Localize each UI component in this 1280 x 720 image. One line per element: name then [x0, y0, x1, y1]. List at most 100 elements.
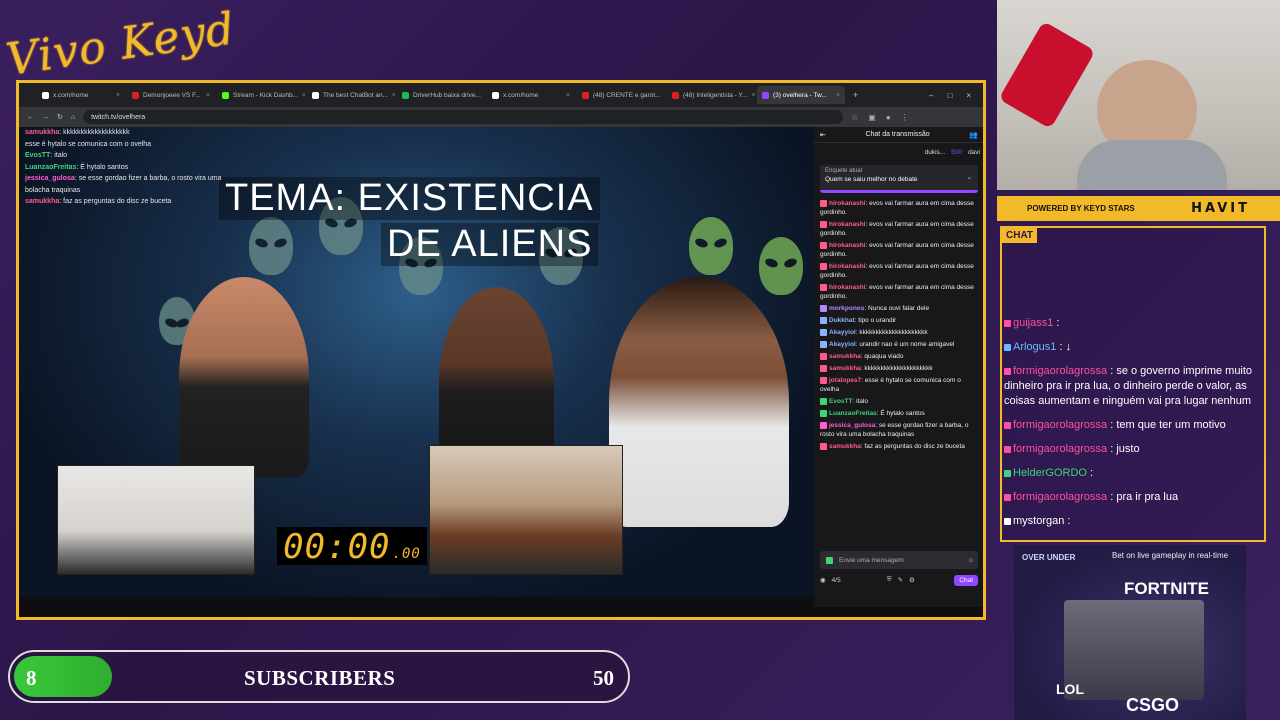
chat-username[interactable]: jessica_gulosa — [829, 422, 875, 429]
chat-header-title: Chat da transmissão — [865, 131, 930, 138]
bookmark-star-icon[interactable]: ☆ — [851, 113, 858, 122]
chat-message[interactable]: EvosTT: italo — [820, 397, 978, 406]
sponsor-bar: POWERED BY KEYD STARS HAVIT — [997, 196, 1280, 221]
overlay-chat-message: HelderGORDO : — [1004, 466, 1266, 481]
chat-username[interactable]: Akayyiol — [829, 329, 856, 336]
chat-username[interactable]: morkponos — [829, 305, 864, 312]
close-window-icon[interactable]: × — [966, 91, 971, 100]
collapse-chat-icon[interactable]: ⇤ — [820, 131, 826, 139]
chat-message[interactable]: jotalopes7: esse é hytalo se comunica co… — [820, 376, 978, 394]
user-badge-icon — [820, 397, 827, 405]
new-tab-icon[interactable]: + — [853, 90, 858, 100]
emote-icon[interactable]: ☺ — [967, 557, 978, 564]
chat-message[interactable]: Dukkhat: tipo o urandir — [820, 316, 978, 325]
browser-tab[interactable]: (3) ovelhera - Tw... × — [757, 86, 845, 104]
browser-tab[interactable]: (48) Inteligentista - Y...× — [667, 86, 755, 104]
profile-icon[interactable]: ● — [886, 113, 891, 122]
browser-tab[interactable]: x.com/home × — [487, 86, 575, 104]
overlay-chat-message: formigaorolagrossa : pra ir pra lua — [1004, 490, 1266, 505]
chat-username[interactable]: hirokanashi — [829, 242, 865, 249]
stream-video[interactable]: TEMA: EXISTENCIA DE ALIENS samukkha: kkk… — [19, 127, 814, 597]
chat-text: tem que ter um motivo — [1116, 419, 1226, 431]
chat-username[interactable]: jotalopes7 — [829, 377, 861, 384]
channel-points-icon[interactable]: ◉ — [820, 576, 826, 584]
close-tab-icon[interactable]: × — [836, 92, 840, 99]
user-badge-icon — [820, 340, 827, 348]
chat-username[interactable]: samukkha — [829, 365, 861, 372]
shield-icon[interactable]: ⛨ — [887, 576, 892, 584]
settings-gear-icon[interactable]: ⚙ — [909, 576, 915, 584]
home-icon[interactable]: ⌂ — [71, 114, 75, 121]
chevron-down-icon[interactable]: ⌄ — [967, 173, 972, 181]
close-tab-icon[interactable]: × — [116, 92, 120, 99]
debate-timer: 00:00 .00 — [277, 527, 427, 567]
chat-message[interactable]: hirokanashi: evos vai farmar aura em cim… — [820, 283, 978, 301]
chat-username[interactable]: hirokanashi — [829, 263, 865, 270]
chat-username[interactable]: samukkha — [829, 443, 861, 450]
chat-text: ↓ — [1065, 341, 1072, 353]
chat-username[interactable]: hirokanashi — [829, 200, 865, 207]
user-badge-icon — [820, 409, 827, 417]
close-tab-icon[interactable]: × — [392, 92, 395, 99]
chat-message[interactable]: samukkha: faz as perguntas do disc ze bu… — [820, 442, 978, 451]
chat-message[interactable]: hirokanashi: evos vai farmar aura em cim… — [820, 220, 978, 238]
user-badge-icon — [1004, 367, 1011, 375]
back-icon[interactable]: ← — [27, 114, 34, 121]
chat-message[interactable]: morkponos: Nunca ouvi falar dele — [820, 304, 978, 313]
poll-banner[interactable]: Enquete atual Quem se saiu melhor no deb… — [820, 165, 978, 193]
chat-username[interactable]: EvosTT — [829, 398, 852, 405]
stream-topic-title-line1: TEMA: EXISTENCIA — [219, 177, 600, 220]
maximize-icon[interactable]: □ — [947, 91, 952, 100]
chat-send-button[interactable]: Chat — [954, 574, 978, 586]
browser-tab[interactable]: x.com/home × — [37, 86, 125, 104]
pinned-user[interactable]: davi — [968, 149, 980, 156]
chat-text: kkkkkkkkkkkkkkkkkkk — [63, 129, 130, 136]
browser-tab[interactable]: Stream - Kick Dashb...× — [217, 86, 305, 104]
ad-logo: OVER UNDER — [1022, 553, 1076, 562]
tab-favicon-icon — [312, 91, 319, 99]
tab-label: x.com/home — [53, 91, 89, 99]
chat-message[interactable]: jessica_gulosa: se esse gordao fizer a b… — [820, 421, 978, 439]
menu-icon[interactable]: ⋮ — [901, 113, 909, 122]
tab-label: The best ChatBot an... — [323, 91, 389, 99]
chat-username[interactable]: hirokanashi — [829, 284, 865, 291]
chat-text: urandir nao é um nome amigavel — [859, 341, 955, 348]
minimize-icon[interactable]: – — [929, 91, 933, 100]
forward-icon[interactable]: → — [42, 114, 49, 121]
browser-tab[interactable]: DriverHub baixa drive...× — [397, 86, 485, 104]
ad-game-fortnite: FORTNITE — [1124, 579, 1209, 598]
chat-message[interactable]: samukkha: quaqua viado — [820, 352, 978, 361]
chat-message[interactable]: Akayyiol: urandir nao é um nome amigavel — [820, 340, 978, 349]
chat-username[interactable]: Akayyiol — [829, 341, 856, 348]
browser-tab[interactable]: (48) CRENTE e garot...× — [577, 86, 665, 104]
chat-input[interactable]: Envie uma mensagem ☺ — [820, 551, 978, 569]
betting-ad[interactable]: OVER UNDER Bet on live gameplay in real-… — [1014, 545, 1246, 720]
stream-topic-title-line2: DE ALIENS — [381, 223, 599, 266]
chat-username[interactable]: Dukkhat — [829, 317, 855, 324]
chat-username: Arlogus1 — [1013, 341, 1057, 353]
browser-tab[interactable]: Demonjoeee VS F... × — [127, 86, 215, 104]
users-icon[interactable]: 👥 — [969, 131, 978, 139]
chat-username[interactable]: samukkha — [829, 353, 861, 360]
close-tab-icon[interactable]: × — [302, 92, 305, 99]
close-tab-icon[interactable]: × — [206, 92, 210, 99]
chat-message[interactable]: LuanzaoFreitas: É hytalo santos — [820, 409, 978, 418]
url-input[interactable]: twitch.tv/ovelhera — [83, 110, 844, 124]
chat-message[interactable]: samukkha: kkkkkkkkkkkkkkkkkkkkk — [820, 364, 978, 373]
browser-tab[interactable]: The best ChatBot an...× — [307, 86, 395, 104]
chat-message[interactable]: hirokanashi: evos vai farmar aura em cim… — [820, 241, 978, 259]
chat-message[interactable]: hirokanashi: evos vai farmar aura em cim… — [820, 199, 978, 217]
chat-text: É hytalo santos — [880, 410, 925, 417]
chat-username[interactable]: LuanzaoFreitas — [829, 410, 877, 417]
pinned-user[interactable]: dukis... — [925, 149, 946, 156]
overlay-chat-message: guijass1 : — [1004, 316, 1266, 331]
extensions-icon[interactable]: ▣ — [868, 113, 876, 122]
chat-message[interactable]: Akayyiol: kkkkkkkkkkkkkkkkkkkkk — [820, 328, 978, 337]
pen-icon[interactable]: ✎ — [898, 576, 903, 584]
chat-username[interactable]: hirokanashi — [829, 221, 865, 228]
close-tab-icon[interactable]: × — [566, 92, 570, 99]
reload-icon[interactable]: ↻ — [57, 113, 63, 121]
close-tab-icon[interactable]: × — [751, 92, 755, 99]
chat-text: Nunca ouvi falar dele — [868, 305, 930, 312]
chat-message[interactable]: hirokanashi: evos vai farmar aura em cim… — [820, 262, 978, 280]
